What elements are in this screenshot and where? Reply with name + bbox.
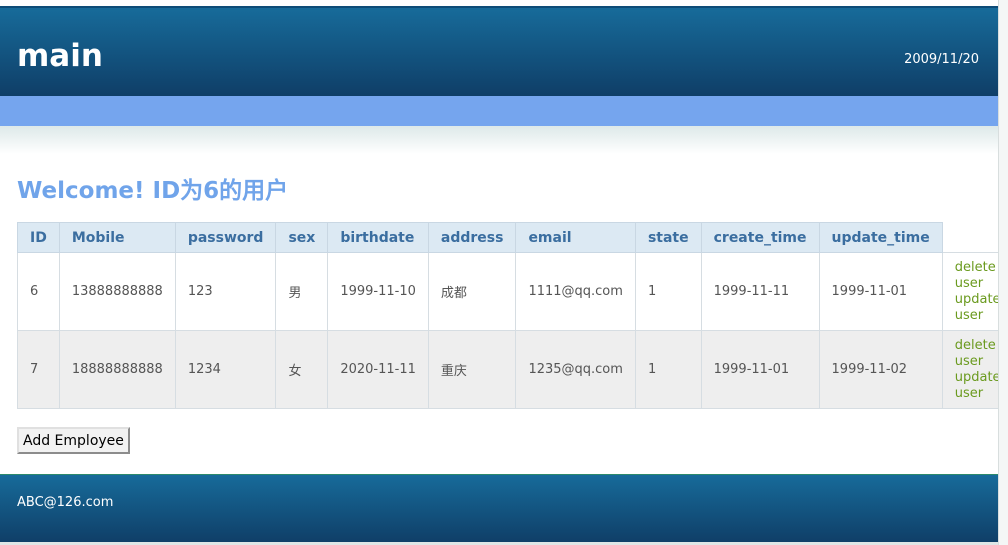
cell-create-time: 1999-11-11: [700, 252, 820, 331]
cell-create-time: 1999-11-01: [700, 330, 820, 409]
cell-mobile: 18888888888: [58, 330, 176, 409]
footer: ABC@126.com: [0, 474, 998, 543]
cell-state: 1: [634, 252, 702, 331]
table-row: 7 18888888888 1234 女 2020-11-11 重庆 1235@…: [17, 330, 1005, 409]
cell-email: 1235@qq.com: [515, 330, 636, 409]
window-edge: [998, 0, 1008, 545]
cell-actions: delete user update user: [941, 252, 1005, 331]
column-header-password: password: [174, 222, 277, 253]
page: main 2009/11/20 Welcome! ID为6的用户 ID Mobi…: [0, 0, 1005, 545]
table-header-row: ID Mobile password sex birthdate address…: [17, 222, 1005, 253]
cell-sex: 男: [275, 252, 329, 331]
cell-update-time: 1999-11-02: [818, 330, 943, 409]
cell-id: 6: [17, 252, 60, 331]
footer-email: ABC@126.com: [17, 495, 114, 510]
column-header-actions: [942, 223, 1005, 253]
cell-email: 1111@qq.com: [515, 252, 636, 331]
column-header-address: address: [427, 222, 517, 253]
cell-id: 7: [17, 330, 60, 409]
cell-actions: delete user update user: [941, 330, 1005, 409]
column-header-email: email: [515, 222, 636, 253]
column-header-sex: sex: [275, 222, 329, 253]
cell-address: 重庆: [427, 330, 517, 409]
cell-mobile: 13888888888: [58, 252, 176, 331]
nav-shadow: [0, 126, 998, 154]
navigation-bar: [0, 96, 998, 126]
welcome-heading: Welcome! ID为6的用户: [17, 178, 289, 204]
column-header-create-time: create_time: [700, 222, 820, 253]
cell-birthdate: 2020-11-11: [327, 330, 429, 409]
column-header-mobile: Mobile: [58, 222, 176, 253]
add-employee-button[interactable]: Add Employee: [17, 427, 130, 454]
site-title: main: [17, 38, 103, 74]
cell-birthdate: 1999-11-10: [327, 252, 429, 331]
column-header-state: state: [634, 222, 702, 253]
column-header-update-time: update_time: [818, 222, 943, 253]
cell-state: 1: [634, 330, 702, 409]
table-row: 6 13888888888 123 男 1999-11-10 成都 1111@q…: [17, 252, 1005, 331]
column-header-id: ID: [17, 222, 60, 253]
cell-password: 1234: [174, 330, 277, 409]
header: main 2009/11/20: [0, 6, 998, 96]
column-header-birthdate: birthdate: [327, 222, 429, 253]
cell-update-time: 1999-11-01: [818, 252, 943, 331]
cell-address: 成都: [427, 252, 517, 331]
cell-password: 123: [174, 252, 277, 331]
cell-sex: 女: [275, 330, 329, 409]
header-date: 2009/11/20: [904, 52, 979, 67]
user-table: ID Mobile password sex birthdate address…: [17, 222, 1005, 409]
